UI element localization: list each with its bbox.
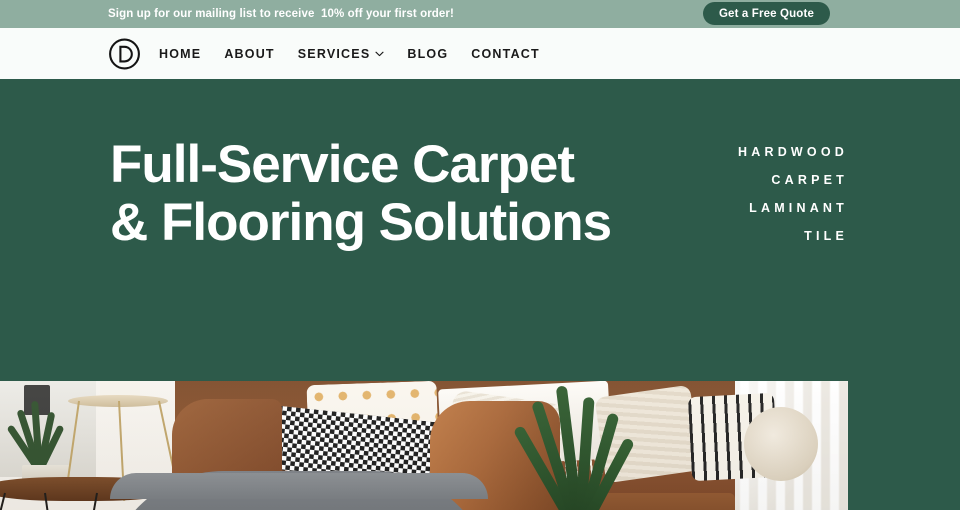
service-item-tile: Tile [804, 229, 848, 243]
announcement-bar: Sign up for our mailing list to receive … [0, 0, 960, 28]
service-item-hardwood: Hardwood [738, 145, 848, 159]
service-item-laminant: Laminant [749, 201, 848, 215]
nav-item-label: Services [297, 46, 371, 61]
hero-heading: Full-Service Carpet & Flooring Solutions [110, 136, 710, 252]
armchair-rim [110, 473, 488, 499]
chevron-down-icon [375, 51, 384, 57]
nav-item-contact[interactable]: Contact [471, 47, 540, 61]
logo-circle-d-icon [109, 38, 140, 69]
service-item-carpet: Carpet [771, 173, 848, 187]
nav-menu: Home About Services Blog Contact [159, 47, 540, 61]
snake-plant-left [4, 393, 78, 473]
hero-section: Full-Service Carpet & Flooring Solutions… [0, 79, 960, 510]
hero-services-list: Hardwood Carpet Laminant Tile [738, 145, 848, 257]
nav-item-blog[interactable]: Blog [407, 47, 448, 61]
hero-heading-line-1: Full-Service Carpet [110, 135, 575, 194]
announcement-text: Sign up for our mailing list to receive … [108, 8, 454, 20]
get-a-free-quote-button[interactable]: Get a Free Quote [702, 2, 830, 25]
photo-scene [0, 381, 848, 510]
nav-item-about[interactable]: About [224, 47, 274, 61]
nav-item-label: Blog [407, 46, 449, 61]
page-root: Sign up for our mailing list to receive … [0, 0, 960, 510]
snake-plant-right [500, 385, 660, 510]
nav-item-label: Contact [471, 46, 540, 61]
nav-item-home[interactable]: Home [159, 47, 201, 61]
nav-item-services[interactable]: Services [298, 47, 385, 61]
main-navigation-bar: Home About Services Blog Contact [0, 28, 960, 79]
round-pillow [744, 407, 818, 481]
nav-item-label: Home [159, 46, 202, 61]
nav-item-label: About [224, 46, 275, 61]
hero-heading-line-2: & Flooring Solutions [110, 193, 612, 252]
divi-logo[interactable] [108, 37, 141, 70]
hero-living-room-photo [0, 381, 848, 510]
